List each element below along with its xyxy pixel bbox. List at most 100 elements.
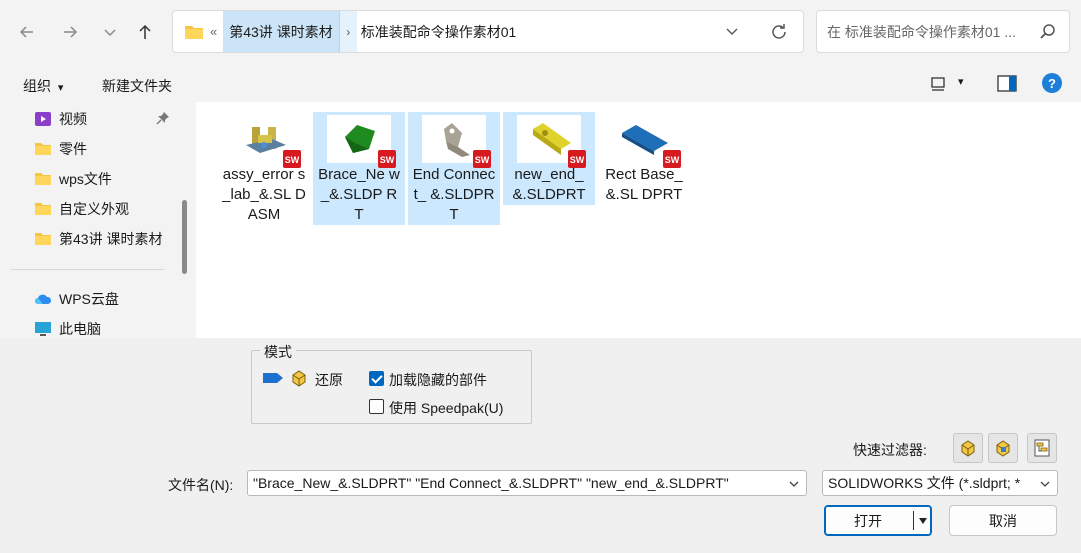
cancel-button-label: 取消 (989, 512, 1017, 529)
organize-arrow: ▾ (57, 82, 64, 94)
filetype-value: SOLIDWORKS 文件 (*.sldprt; * (828, 475, 1021, 491)
load-hidden-label[interactable]: 加载隐藏的部件 (389, 370, 487, 390)
assembly-filter-icon (996, 440, 1010, 457)
solidworks-badge-icon: SW (378, 150, 396, 168)
mode-group-title: 模式 (260, 342, 296, 362)
help-button[interactable]: ? (1042, 73, 1062, 93)
cancel-button[interactable]: 取消 (949, 505, 1057, 536)
search-icon[interactable] (1039, 23, 1057, 41)
view-arrow: ▾ (958, 76, 964, 88)
arrow-right-icon (64, 26, 78, 38)
file-name: new_end_ &.SLDPRT (512, 166, 586, 203)
view-menu-button[interactable]: ▾ (930, 75, 972, 95)
preview-pane-icon[interactable] (997, 75, 1017, 93)
file-list[interactable]: SW assy_error s_lab_&.SL DASM SW Brace_N… (196, 102, 1081, 338)
view-layout-icon (931, 77, 945, 91)
sidebar-item-lesson43[interactable]: 第43讲 课时素材 (34, 228, 162, 250)
file-item-selected[interactable]: SW Brace_Ne w_&.SLDP RT (313, 112, 405, 225)
address-bar[interactable]: « 第43讲 课时素材 › 标准装配命令操作素材01 (172, 10, 804, 53)
breadcrumb-separator[interactable]: › (338, 11, 357, 52)
drawing-filter-icon (1034, 439, 1050, 457)
monitor-icon (35, 322, 51, 336)
assembly-restore-icon (292, 370, 306, 387)
filetype-select[interactable]: SOLIDWORKS 文件 (*.sldprt; * (822, 470, 1058, 496)
file-name: assy_error s_lab_&.SL DASM (222, 166, 306, 223)
chevron-down-icon[interactable] (1039, 478, 1051, 490)
file-item[interactable]: SW assy_error s_lab_&.SL DASM (218, 112, 310, 225)
sidebar-item-label: wps文件 (59, 171, 112, 187)
breadcrumb-current[interactable]: 标准装配命令操作素材01 (361, 22, 517, 42)
speedpak-checkbox[interactable] (369, 399, 384, 414)
part-filter-icon (961, 440, 975, 457)
sidebar-item-wps-files[interactable]: wps文件 (34, 168, 112, 190)
open-button[interactable]: 打开 (824, 505, 932, 536)
filter-assemblies-button[interactable] (988, 433, 1018, 463)
file-item-selected[interactable]: SW End Connect_ &.SLDPRT (408, 112, 500, 225)
organize-label: 组织 (23, 78, 51, 94)
file-item[interactable]: SW Rect Base_&.SL DPRT (598, 112, 690, 225)
folder-icon (35, 203, 51, 215)
forward-button[interactable] (56, 18, 84, 46)
folder-icon (185, 25, 203, 39)
dialog-footer: 模式 还原 加载隐藏的部件 使用 Speedpak(U) 快速过滤器: 文件名(… (0, 338, 1081, 553)
new-folder-button[interactable]: 新建文件夹 (102, 76, 172, 96)
quick-filter-label: 快速过滤器: (853, 442, 927, 458)
chevron-down-icon[interactable] (917, 515, 929, 527)
sidebar-item-this-pc[interactable]: 此电脑 (34, 318, 101, 338)
organize-menu[interactable]: 组织 ▾ (23, 76, 63, 96)
sidebar-scrollbar[interactable] (182, 200, 187, 274)
sidebar-divider (11, 269, 164, 270)
file-name: End Connect_ &.SLDPRT (412, 166, 496, 223)
solidworks-badge-icon: SW (663, 150, 681, 168)
solidworks-badge-icon: SW (283, 150, 301, 168)
solidworks-badge-icon: SW (568, 150, 586, 168)
breadcrumb-label: 第43讲 课时素材 (229, 23, 333, 40)
sidebar-item-wps-cloud[interactable]: WPS云盘 (34, 288, 119, 310)
assembly-thumbnail: SW (232, 115, 301, 168)
blue-part-thumbnail: SW (612, 115, 681, 168)
refresh-icon[interactable] (769, 22, 789, 42)
arrow-tag-icon (263, 373, 283, 383)
chevron-down-icon (104, 29, 116, 37)
breadcrumb-item[interactable]: 第43讲 课时素材 (223, 11, 339, 52)
up-button[interactable] (131, 18, 159, 46)
sidebar-item-label: WPS云盘 (59, 291, 119, 307)
svg-text:SW: SW (285, 155, 300, 165)
restore-label[interactable]: 还原 (315, 370, 343, 390)
speedpak-label[interactable]: 使用 Speedpak(U) (389, 398, 503, 418)
solidworks-badge-icon: SW (473, 150, 491, 168)
sidebar-item-parts[interactable]: 零件 (34, 138, 87, 160)
filename-label: 文件名(N): (168, 477, 234, 493)
folder-icon (35, 233, 51, 245)
svg-text:SW: SW (665, 155, 680, 165)
recent-locations-button[interactable] (96, 18, 124, 46)
chevron-down-icon[interactable] (788, 478, 800, 490)
file-item-selected[interactable]: SW new_end_ &.SLDPRT (503, 112, 595, 205)
filename-value: "Brace_New_&.SLDPRT" "End Connect_&.SLDP… (253, 475, 729, 491)
navigation-pane[interactable]: 视频 零件 wps文件 自定义外观 第43讲 课时素材 WPS云盘 此电脑 (0, 102, 195, 338)
filter-drawings-button[interactable] (1027, 433, 1057, 463)
load-hidden-checkbox[interactable] (369, 371, 384, 386)
filter-parts-button[interactable] (953, 433, 983, 463)
pin-icon[interactable] (156, 111, 170, 125)
svg-text:SW: SW (475, 155, 490, 165)
chevron-down-icon[interactable] (725, 24, 739, 38)
sidebar-item-label: 自定义外观 (59, 201, 129, 217)
svg-text:SW: SW (570, 155, 585, 165)
sidebar-item-label: 视频 (59, 111, 87, 127)
overflow-chevron[interactable]: « (210, 24, 217, 39)
video-icon (35, 112, 51, 126)
folder-icon (35, 173, 51, 185)
sidebar-item-label: 零件 (59, 141, 87, 157)
sidebar-item-label: 此电脑 (59, 321, 101, 337)
search-placeholder: 在 标准装配命令操作素材01 ... (827, 23, 1017, 40)
search-box[interactable]: 在 标准装配命令操作素材01 ... (816, 10, 1070, 53)
file-name: Rect Base_&.SL DPRT (605, 166, 683, 203)
filename-input[interactable]: "Brace_New_&.SLDPRT" "End Connect_&.SLDP… (247, 470, 807, 496)
cloud-icon (35, 294, 52, 304)
sidebar-item-custom-appearance[interactable]: 自定义外观 (34, 198, 129, 220)
back-button[interactable] (13, 18, 41, 46)
file-name: Brace_Ne w_&.SLDP RT (318, 166, 400, 223)
gray-part-thumbnail: SW (422, 115, 491, 168)
sidebar-item-video[interactable]: 视频 (34, 108, 87, 130)
